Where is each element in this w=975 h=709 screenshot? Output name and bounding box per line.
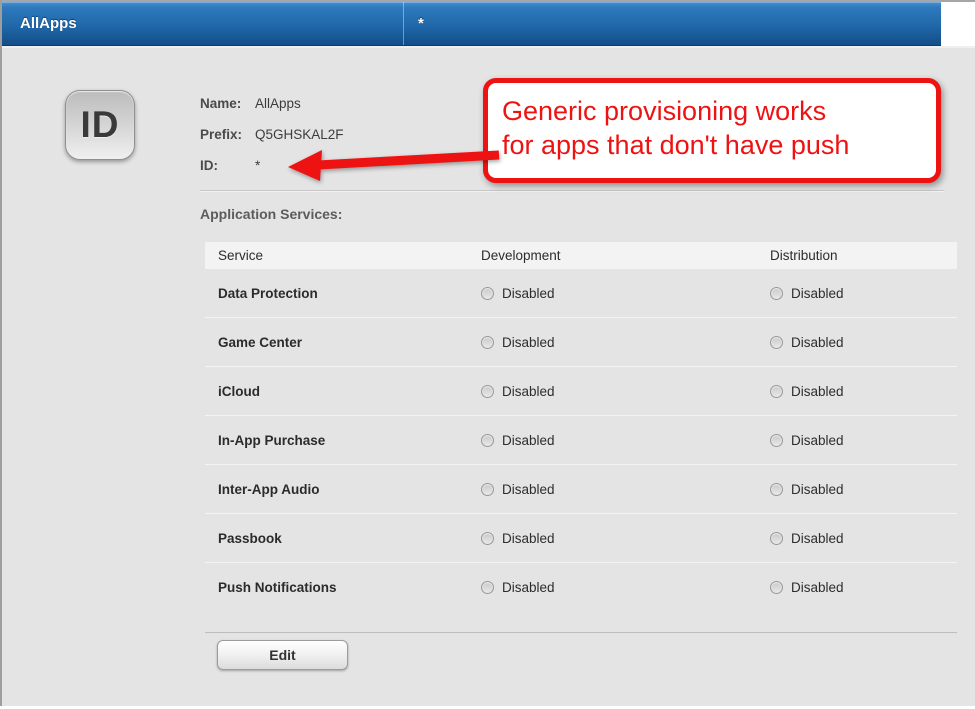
development-status: Disabled — [481, 580, 770, 595]
radio-disabled-icon — [481, 336, 494, 349]
status-label: Disabled — [502, 286, 555, 301]
radio-disabled-icon — [481, 532, 494, 545]
radio-disabled-icon — [770, 532, 783, 545]
table-row-passbook: Passbook Disabled Disabled — [205, 514, 957, 563]
field-prefix: Prefix: Q5GHSKAL2F — [200, 119, 344, 150]
status-label: Disabled — [791, 433, 844, 448]
radio-disabled-icon — [481, 483, 494, 496]
column-distribution: Distribution — [770, 248, 957, 263]
field-id-value: * — [255, 158, 260, 173]
service-name: In-App Purchase — [218, 433, 481, 448]
radio-disabled-icon — [770, 385, 783, 398]
distribution-status: Disabled — [770, 531, 957, 546]
services-table: Service Development Distribution Data Pr… — [205, 242, 957, 612]
services-table-header: Service Development Distribution — [205, 242, 957, 269]
status-label: Disabled — [791, 580, 844, 595]
tab-allapps[interactable]: AllApps — [2, 2, 404, 45]
status-label: Disabled — [502, 531, 555, 546]
status-label: Disabled — [791, 531, 844, 546]
titlebar-gap — [941, 2, 975, 46]
field-prefix-label: Prefix: — [200, 127, 255, 142]
application-services-heading: Application Services: — [200, 206, 342, 222]
field-name-value: AllApps — [255, 96, 301, 111]
table-row-push-notifications: Push Notifications Disabled Disabled — [205, 563, 957, 612]
tab-wildcard[interactable]: * — [404, 2, 941, 45]
column-service: Service — [218, 248, 481, 263]
distribution-status: Disabled — [770, 335, 957, 350]
column-development: Development — [481, 248, 770, 263]
distribution-status: Disabled — [770, 286, 957, 301]
development-status: Disabled — [481, 531, 770, 546]
status-label: Disabled — [791, 482, 844, 497]
status-label: Disabled — [502, 335, 555, 350]
radio-disabled-icon — [481, 434, 494, 447]
field-prefix-value: Q5GHSKAL2F — [255, 127, 344, 142]
status-label: Disabled — [791, 286, 844, 301]
field-id: ID: * — [200, 150, 344, 181]
development-status: Disabled — [481, 286, 770, 301]
status-label: Disabled — [502, 433, 555, 448]
development-status: Disabled — [481, 335, 770, 350]
distribution-status: Disabled — [770, 433, 957, 448]
table-bottom-line — [205, 632, 957, 633]
radio-disabled-icon — [770, 287, 783, 300]
field-name-label: Name: — [200, 96, 255, 111]
development-status: Disabled — [481, 482, 770, 497]
service-name: Inter-App Audio — [218, 482, 481, 497]
service-name: Passbook — [218, 531, 481, 546]
status-label: Disabled — [502, 482, 555, 497]
service-name: Push Notifications — [218, 580, 481, 595]
annotation-line-2: for apps that don't have push — [502, 128, 936, 162]
radio-disabled-icon — [481, 385, 494, 398]
app-id-fields: Name: AllApps Prefix: Q5GHSKAL2F ID: * — [200, 88, 344, 181]
status-label: Disabled — [502, 580, 555, 595]
app-id-detail-page: AllApps * ID Name: AllApps Prefix: Q5GHS… — [2, 2, 975, 706]
radio-disabled-icon — [770, 434, 783, 447]
status-label: Disabled — [791, 335, 844, 350]
distribution-status: Disabled — [770, 580, 957, 595]
app-id-icon-label: ID — [81, 104, 120, 146]
annotation-line-1: Generic provisioning works — [502, 94, 936, 128]
service-name: iCloud — [218, 384, 481, 399]
service-name: Data Protection — [218, 286, 481, 301]
development-status: Disabled — [481, 433, 770, 448]
development-status: Disabled — [481, 384, 770, 399]
tab-allapps-label: AllApps — [20, 15, 77, 32]
table-row-data-protection: Data Protection Disabled Disabled — [205, 269, 957, 318]
tab-wildcard-label: * — [418, 15, 424, 32]
table-row-icloud: iCloud Disabled Disabled — [205, 367, 957, 416]
table-row-game-center: Game Center Disabled Disabled — [205, 318, 957, 367]
radio-disabled-icon — [481, 287, 494, 300]
distribution-status: Disabled — [770, 482, 957, 497]
radio-disabled-icon — [770, 483, 783, 496]
field-name: Name: AllApps — [200, 88, 344, 119]
section-divider — [200, 190, 944, 191]
table-row-in-app-purchase: In-App Purchase Disabled Disabled — [205, 416, 957, 465]
table-row-inter-app-audio: Inter-App Audio Disabled Disabled — [205, 465, 957, 514]
field-id-label: ID: — [200, 158, 255, 173]
service-name: Game Center — [218, 335, 481, 350]
distribution-status: Disabled — [770, 384, 957, 399]
status-label: Disabled — [502, 384, 555, 399]
edit-button-label: Edit — [269, 647, 295, 663]
radio-disabled-icon — [770, 336, 783, 349]
edit-button[interactable]: Edit — [217, 640, 348, 670]
content-top-highlight — [2, 46, 975, 48]
annotation-callout: Generic provisioning works for apps that… — [483, 78, 941, 183]
titlebar: AllApps * — [2, 2, 941, 46]
app-id-icon: ID — [65, 90, 135, 160]
status-label: Disabled — [791, 384, 844, 399]
radio-disabled-icon — [770, 581, 783, 594]
radio-disabled-icon — [481, 581, 494, 594]
